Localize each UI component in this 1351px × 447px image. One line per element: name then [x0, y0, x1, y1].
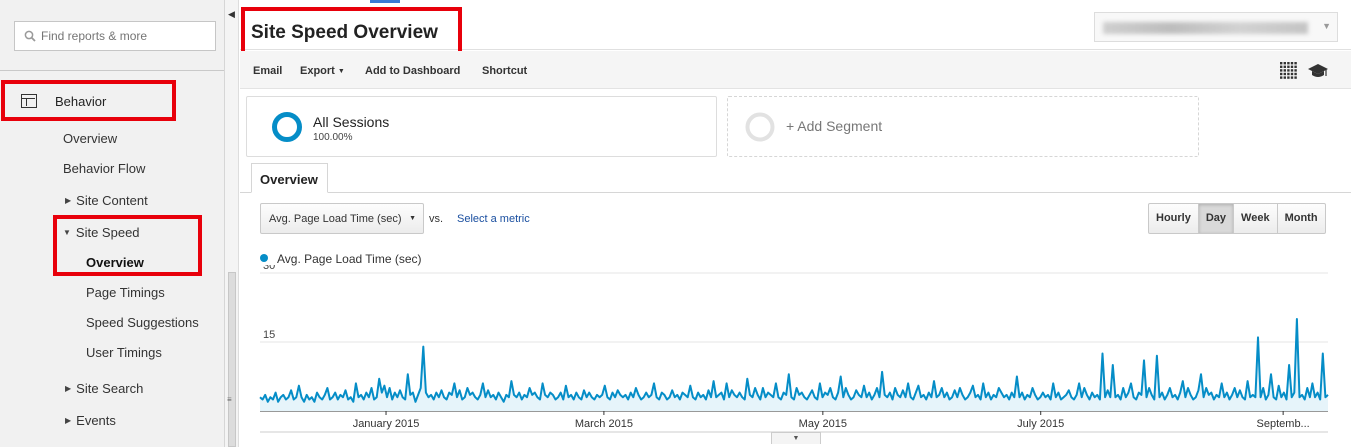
header-accent — [370, 0, 400, 3]
search-icon — [24, 30, 36, 42]
sidebar: Behavior Overview Behavior Flow ▶ Site Co… — [0, 0, 225, 447]
sidebar-item-speed-suggestions[interactable]: Speed Suggestions — [86, 315, 199, 330]
vs-label: vs. — [429, 213, 444, 225]
main-content: Site Speed Overview ▼ Email Export ▼ Add … — [240, 0, 1351, 447]
sidebar-scrollbar[interactable] — [228, 272, 236, 447]
legend-dot — [260, 254, 268, 262]
x-tick-label: March 2015 — [575, 418, 633, 430]
empty-segment-ring-icon — [745, 112, 775, 142]
page-header: Site Speed Overview ▼ — [240, 0, 1351, 55]
export-label: Export — [300, 65, 335, 77]
sidebar-item-label: Speed Suggestions — [86, 315, 199, 330]
add-segment-label: + Add Segment — [786, 118, 883, 134]
legend-label: Avg. Page Load Time (sec) — [277, 252, 422, 266]
select-metric-link[interactable]: Select a metric — [457, 213, 530, 225]
tab-overview[interactable]: Overview — [251, 163, 328, 193]
sidebar-item-label: User Timings — [86, 345, 162, 360]
sidebar-item-page-timings[interactable]: Page Timings — [86, 285, 165, 300]
chevron-down-icon: ▼ — [792, 435, 800, 442]
granularity-selector: Hourly Day Week Month — [1148, 203, 1326, 234]
sidebar-item-overview[interactable]: Overview — [63, 131, 117, 146]
chevron-down-icon: ▼ — [1322, 21, 1331, 31]
metric-select-label: Avg. Page Load Time (sec) — [269, 213, 402, 225]
behavior-layout-icon — [21, 94, 37, 108]
search-input[interactable] — [41, 22, 211, 50]
segment-all-sessions[interactable]: All Sessions 100.00% — [246, 96, 717, 157]
export-button[interactable]: Export ▼ — [300, 65, 345, 77]
chart-legend: Avg. Page Load Time (sec) — [260, 252, 422, 266]
granularity-hourly-button[interactable]: Hourly — [1149, 204, 1199, 233]
date-range-blurred — [1103, 22, 1308, 34]
sidebar-item-events[interactable]: ▶ Events — [65, 413, 116, 428]
search-box[interactable] — [14, 21, 216, 51]
add-to-dashboard-button[interactable]: Add to Dashboard — [365, 65, 460, 77]
chart-expand-button[interactable]: ▼ — [771, 432, 821, 444]
sidebar-item-site-search[interactable]: ▶ Site Search — [65, 381, 143, 396]
grid-view-icon[interactable] — [1280, 62, 1298, 80]
sidebar-item-site-speed[interactable]: ▼ Site Speed — [63, 225, 140, 240]
triangle-right-icon: ▶ — [65, 384, 72, 393]
collapse-left-icon[interactable]: ◀ — [228, 9, 235, 20]
sidebar-item-user-timings[interactable]: User Timings — [86, 345, 162, 360]
page-title: Site Speed Overview — [251, 22, 438, 43]
sidebar-item-site-speed-overview[interactable]: Overview — [86, 255, 144, 270]
sidebar-item-label: Site Content — [76, 193, 148, 208]
segment-name: All Sessions — [313, 114, 390, 130]
line-chart[interactable]: 30 15 January 2015 March 2015 May 2015 July 2… — [240, 265, 1351, 447]
x-tick-label: May 2015 — [799, 418, 847, 430]
sidebar-divider — [0, 70, 224, 71]
triangle-right-icon: ▶ — [65, 196, 72, 205]
y-tick-label: 15 — [263, 329, 275, 341]
sidebar-item-label: Site Speed — [75, 225, 140, 240]
segment-percentage: 100.00% — [313, 132, 353, 143]
sidebar-section-label: Behavior — [55, 94, 107, 109]
sidebar-item-label: Overview — [86, 255, 144, 270]
sidebar-item-label: Behavior Flow — [63, 161, 146, 176]
segment-ring-icon — [272, 112, 302, 142]
x-tick-label: July 2015 — [1017, 418, 1064, 430]
triangle-down-icon: ▼ — [63, 228, 71, 237]
caret-down-icon: ▼ — [409, 215, 416, 222]
caret-down-icon: ▼ — [337, 68, 345, 75]
sidebar-item-label: Site Search — [76, 381, 144, 396]
granularity-week-button[interactable]: Week — [1234, 204, 1278, 233]
sidebar-splitter[interactable]: ◀ ≡ — [225, 0, 239, 447]
add-segment-button[interactable]: + Add Segment — [727, 96, 1199, 157]
x-tick-label: Septemb... — [1257, 418, 1310, 430]
granularity-day-button[interactable]: Day — [1198, 204, 1235, 233]
triangle-right-icon: ▶ — [65, 416, 72, 425]
sidebar-section-behavior[interactable]: Behavior — [0, 80, 224, 120]
y-tick-label: 30 — [263, 265, 275, 272]
email-button[interactable]: Email — [253, 65, 282, 77]
graduation-cap-icon[interactable] — [1308, 62, 1328, 80]
series-line — [259, 318, 1329, 403]
sidebar-item-label: Overview — [63, 131, 118, 146]
x-tick-label: January 2015 — [353, 418, 420, 430]
shortcut-button[interactable]: Shortcut — [482, 65, 527, 77]
granularity-month-button[interactable]: Month — [1278, 204, 1325, 233]
sidebar-item-label: Page Timings — [86, 285, 165, 300]
sidebar-item-site-content[interactable]: ▶ Site Content — [65, 193, 148, 208]
sidebar-item-behavior-flow[interactable]: Behavior Flow — [63, 161, 145, 176]
report-toolbar: Email Export ▼ Add to Dashboard Shortcut — [240, 51, 1351, 89]
metric-select[interactable]: Avg. Page Load Time (sec) ▼ — [260, 203, 424, 234]
tab-strip-line — [240, 192, 1351, 193]
sidebar-item-label: Events — [76, 413, 116, 428]
grip-icon[interactable]: ≡ — [227, 395, 232, 404]
date-range-picker[interactable]: ▼ — [1094, 12, 1338, 42]
